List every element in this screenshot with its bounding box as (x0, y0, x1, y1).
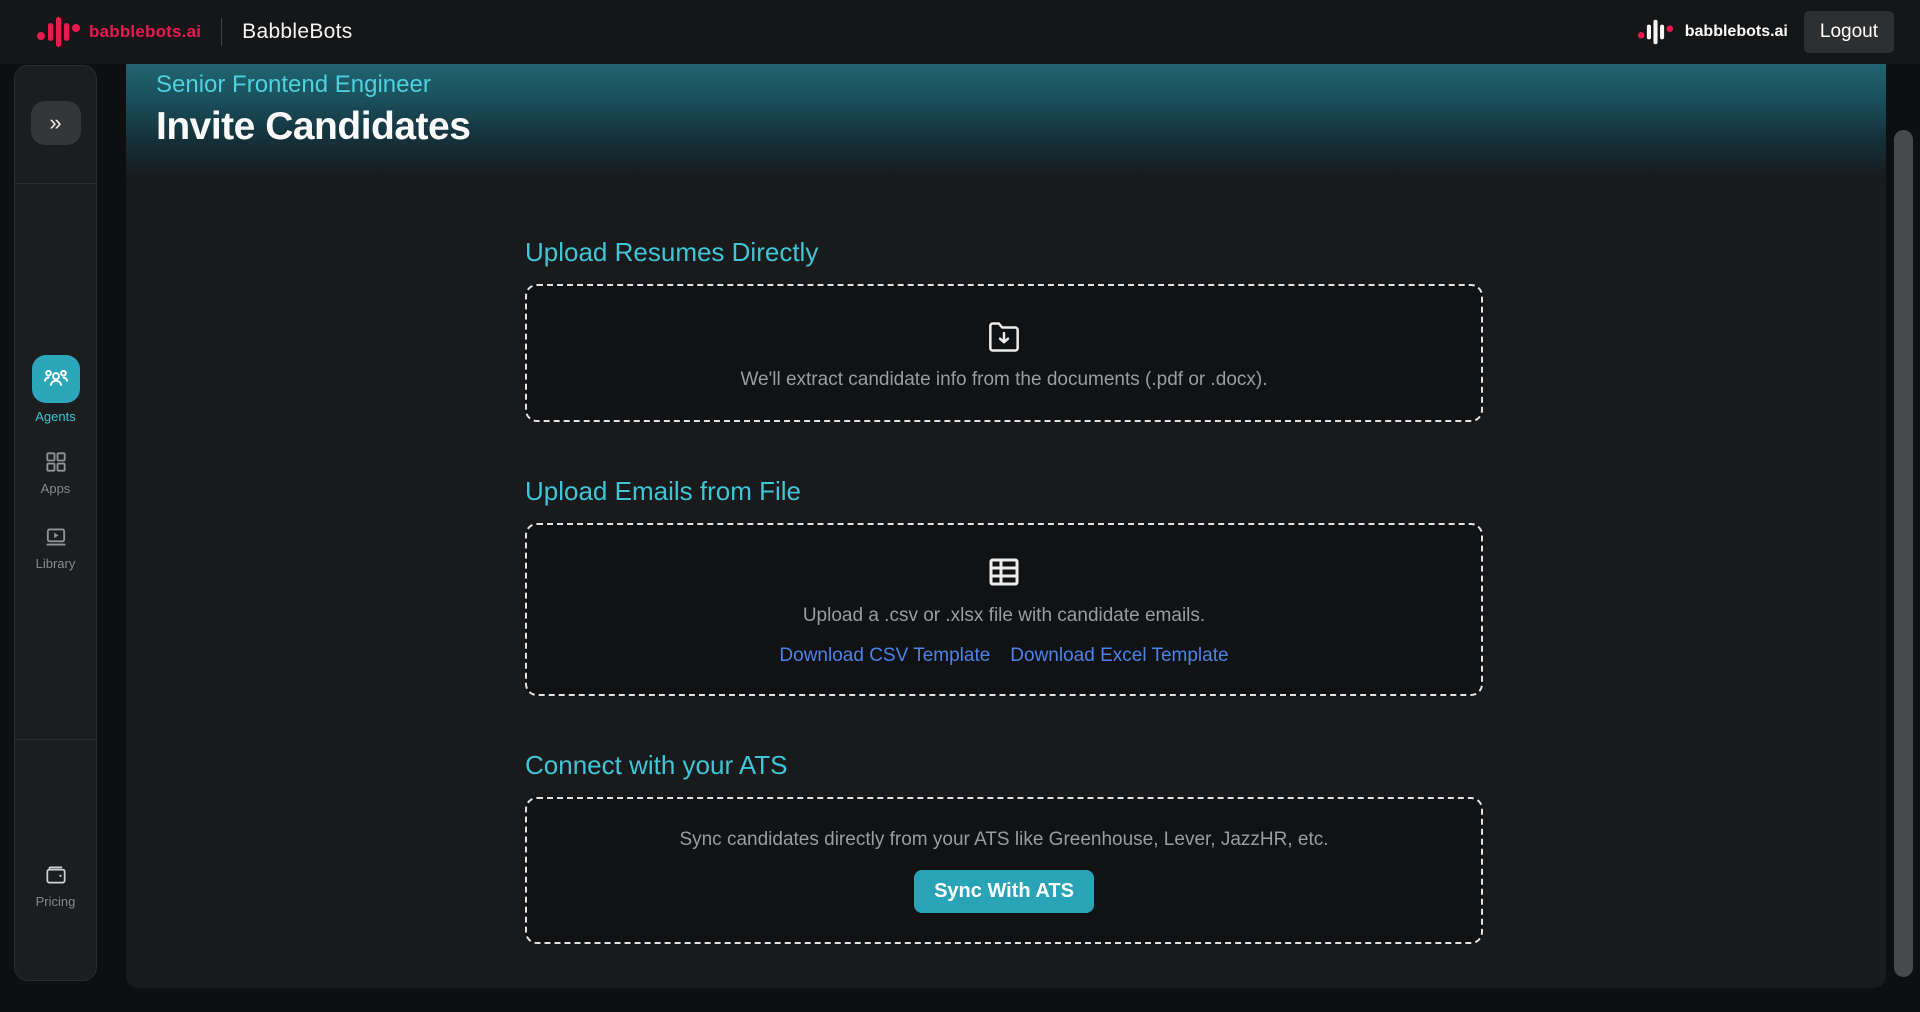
topbar-left: babblebots.ai BabbleBots (37, 17, 353, 47)
template-links: Download CSV Template Download Excel Tem… (779, 645, 1228, 667)
download-csv-template-link[interactable]: Download CSV Template (779, 645, 990, 667)
topbar: babblebots.ai BabbleBots babblebots.ai L… (0, 0, 1920, 64)
sidebar-item-agents[interactable]: Agents (15, 355, 96, 424)
babblebots-logo-icon-right (1638, 20, 1673, 45)
content-panel: Upload Resumes Directly We'll extract ca… (126, 181, 1886, 988)
invite-candidates-screen: babblebots.ai BabbleBots babblebots.ai L… (0, 0, 1920, 1012)
pricing-wallet-icon (43, 862, 69, 888)
brand-text: babblebots.ai (89, 22, 201, 42)
page-title: Invite Candidates (156, 105, 1886, 149)
page-header: Senior Frontend Engineer Invite Candidat… (126, 64, 1886, 181)
babblebots-logo-icon (37, 17, 80, 47)
sync-with-ats-button[interactable]: Sync With ATS (914, 870, 1094, 913)
sections-container: Upload Resumes Directly We'll extract ca… (525, 181, 1483, 944)
logout-button[interactable]: Logout (1804, 11, 1894, 53)
download-excel-template-link[interactable]: Download Excel Template (1010, 645, 1228, 667)
ats-connect-box: Sync candidates directly from your ATS l… (525, 797, 1483, 944)
sidebar-item-label: Library (36, 556, 76, 571)
sidebar: » Agents (14, 65, 97, 981)
agents-group-icon (32, 355, 80, 403)
resume-upload-description: We'll extract candidate info from the do… (740, 369, 1267, 391)
sidebar-item-library[interactable]: Library (15, 524, 96, 571)
brand-text-right: babblebots.ai (1685, 23, 1788, 41)
apps-grid-icon (43, 449, 69, 475)
sidebar-item-pricing[interactable]: Pricing (15, 862, 96, 909)
sidebar-item-label: Apps (41, 481, 71, 496)
table-icon (984, 552, 1024, 592)
ats-description: Sync candidates directly from your ATS l… (679, 829, 1328, 851)
sidebar-item-apps[interactable]: Apps (15, 449, 96, 496)
sidebar-item-label: Pricing (36, 894, 76, 909)
sidebar-divider-top (15, 183, 96, 184)
library-video-icon (43, 524, 69, 550)
sidebar-item-label: Agents (35, 409, 75, 424)
topbar-right: babblebots.ai Logout (1634, 11, 1894, 53)
app-title: BabbleBots (242, 20, 352, 44)
resume-upload-dropzone[interactable]: We'll extract candidate info from the do… (525, 284, 1483, 422)
job-title: Senior Frontend Engineer (156, 71, 1886, 99)
email-upload-description: Upload a .csv or .xlsx file with candida… (803, 605, 1205, 627)
sidebar-divider-bottom (15, 739, 96, 740)
sidebar-expand-button[interactable]: » (31, 101, 81, 145)
topbar-divider (221, 18, 222, 46)
email-upload-dropzone[interactable]: Upload a .csv or .xlsx file with candida… (525, 523, 1483, 696)
section-heading-resumes: Upload Resumes Directly (525, 237, 1483, 268)
section-heading-emails: Upload Emails from File (525, 476, 1483, 507)
folder-download-icon (984, 316, 1024, 356)
section-heading-ats: Connect with your ATS (525, 750, 1483, 781)
vertical-scrollbar-thumb[interactable] (1894, 130, 1913, 977)
